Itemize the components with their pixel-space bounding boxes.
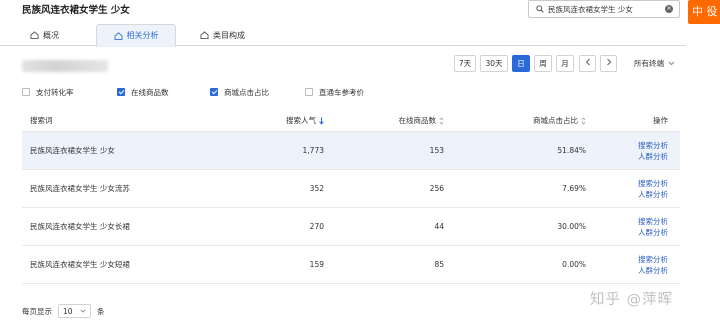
cell-popularity: 270 [309,222,324,231]
header-mall-click-ratio[interactable]: 商城点击占比 [533,110,586,131]
checkbox-ztc-price[interactable]: 直通车参考价 [305,86,364,98]
cell-keyword: 民族风连衣裙女学生 少女长裙 [30,222,130,231]
cell-online-items: 44 [434,222,444,231]
cell-actions: 搜索分析 人群分析 [638,132,668,169]
header-popularity[interactable]: 搜索人气 [286,110,324,131]
tab-label: 相关分析 [126,31,159,40]
search-analysis-link[interactable]: 搜索分析 [638,216,668,227]
cell-mall-click-ratio: 7.69% [562,184,586,193]
pager-prefix: 每页显示 [22,306,52,316]
terminal-label: 所有终端 [634,59,664,68]
date-7d-button[interactable]: 7天 [454,55,476,72]
crowd-analysis-link[interactable]: 人群分析 [638,227,668,238]
cell-keyword: 民族风连衣裙女学生 少女流苏 [30,184,130,193]
home-icon [114,31,122,40]
clear-icon[interactable]: × [665,5,673,13]
cell-popularity: 352 [309,184,324,193]
table-row: 民族风连衣裙女学生 少女长裙 270 44 30.00% 搜索分析 人群分析 [22,208,680,246]
blurred-date-range [22,60,108,72]
cell-popularity: 159 [309,260,324,269]
checkbox-box[interactable] [22,88,30,96]
checkbox-mall-click-ratio[interactable]: 商城点击占比 [210,86,269,98]
checkbox-label: 商城点击占比 [224,87,269,97]
date-week-button[interactable]: 周 [534,55,552,72]
crowd-analysis-link[interactable]: 人群分析 [638,189,668,200]
tab-label: 概况 [43,30,59,40]
chevron-right-icon [606,58,611,66]
table-row: 民族风连衣裙女学生 少女流苏 352 256 7.69% 搜索分析 人群分析 [22,170,680,208]
page-title: 民族风连衣裙女学生 少女 [22,5,130,16]
header-actions: 操作 [653,116,668,125]
crowd-analysis-link[interactable]: 人群分析 [638,151,668,162]
pagination-size: 每页显示 10 条 [22,304,105,318]
pager-suffix: 条 [97,306,105,316]
terminal-select[interactable]: 所有终端 [634,58,675,69]
date-30d-button[interactable]: 30天 [480,55,508,72]
crowd-analysis-link[interactable]: 人群分析 [638,265,668,276]
sort-icon[interactable] [581,116,586,125]
date-month-button[interactable]: 月 [556,55,574,72]
checkbox-label: 在线商品数 [131,87,169,97]
cell-actions: 搜索分析 人群分析 [638,208,668,245]
date-day-button[interactable]: 日 [512,55,530,72]
search-icon [536,5,544,13]
tab-label: 类目构成 [213,30,245,40]
tab-category[interactable]: 类目构成 [200,24,245,46]
checkbox-conversion-rate[interactable]: 支付转化率 [22,86,74,98]
checkbox-label: 支付转化率 [36,87,74,97]
cell-online-items: 256 [429,184,444,193]
chevron-down-icon [668,61,675,66]
cell-actions: 搜索分析 人群分析 [638,170,668,207]
checkbox-box[interactable] [117,88,125,96]
cell-mall-click-ratio: 30.00% [557,222,586,231]
cell-online-items: 153 [429,146,444,155]
cell-mall-click-ratio: 51.84% [557,146,586,155]
table-header: 搜索词 搜索人气 在线商品数 商城点击占比 操作 [22,110,680,132]
cell-online-items: 85 [434,260,444,269]
prev-button[interactable] [579,55,596,72]
home-icon [30,31,39,39]
checkbox-box[interactable] [305,88,313,96]
cell-popularity: 1,773 [302,146,324,155]
search-analysis-link[interactable]: 搜索分析 [638,140,668,151]
checkbox-box[interactable] [210,88,218,96]
cell-actions: 搜索分析 人群分析 [638,246,668,283]
sort-desc-icon[interactable] [319,117,324,125]
home-icon [200,31,209,39]
next-button[interactable] [600,55,617,72]
search-analysis-link[interactable]: 搜索分析 [638,178,668,189]
chevron-down-icon [80,309,86,313]
side-tab[interactable]: 中 役 [688,0,720,24]
cell-mall-click-ratio: 0.00% [562,260,586,269]
search-analysis-link[interactable]: 搜索分析 [638,254,668,265]
cell-keyword: 民族风连衣裙女学生 少女短裙 [30,260,130,269]
page-size-value: 10 [63,306,73,316]
table-row: 民族风连衣裙女学生 少女 1,773 153 51.84% 搜索分析 人群分析 [22,132,680,170]
header-online-items[interactable]: 在线商品数 [399,110,445,131]
chevron-left-icon [585,58,590,66]
page-size-select[interactable]: 10 [58,304,91,318]
table-row: 民族风连衣裙女学生 少女短裙 159 85 0.00% 搜索分析 人群分析 [22,246,680,284]
keyword-table: 搜索词 搜索人气 在线商品数 商城点击占比 操作 民族风连衣裙女学生 少女 1,… [22,110,680,284]
tab-bar: 概况 相关分析 类目构成 [0,24,686,47]
tab-related-analysis[interactable]: 相关分析 [96,24,176,47]
sort-icon[interactable] [439,116,444,125]
tab-overview[interactable]: 概况 [30,24,59,46]
watermark: 知乎 @萍晖 [590,292,674,308]
checkbox-online-items[interactable]: 在线商品数 [117,86,169,98]
search-box[interactable]: × [528,0,680,18]
search-input[interactable] [548,3,663,15]
cell-keyword: 民族风连衣裙女学生 少女 [30,146,115,155]
checkbox-label: 直通车参考价 [319,87,364,97]
header-keyword: 搜索词 [30,116,53,125]
